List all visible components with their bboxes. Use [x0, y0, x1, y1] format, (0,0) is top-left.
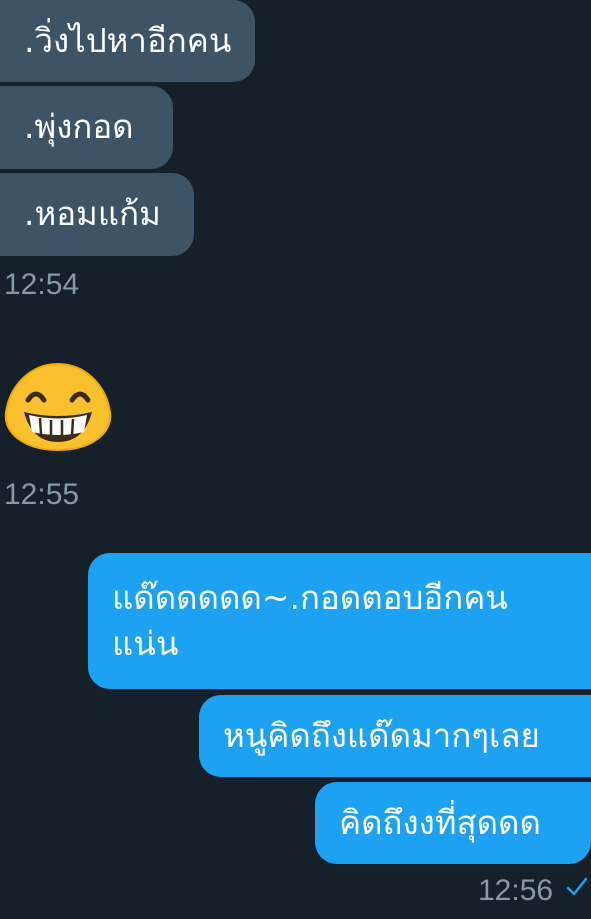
outgoing-message[interactable]: คิดถึงงที่สุดดด: [315, 782, 591, 864]
outgoing-message[interactable]: แด๊ดดดดด~.กอดตอบอีกคน แน่น: [88, 553, 591, 689]
message-text: .วิ่งไปหาอีกคน: [24, 21, 232, 60]
message-text-line: แน่น: [112, 624, 179, 663]
message-timestamp: 12:54: [4, 268, 80, 301]
message-timestamp: 12:55: [4, 478, 80, 511]
incoming-message[interactable]: .หอมแก้ม: [0, 173, 194, 256]
message-timestamp: 12:56: [478, 874, 554, 907]
message-text: หนูคิดถึงแด๊ดมากๆเลย: [223, 716, 540, 755]
incoming-message[interactable]: .วิ่งไปหาอีกคน: [0, 0, 256, 82]
message-text: .หอมแก้ม: [24, 194, 161, 233]
checkmark-icon: [566, 877, 588, 896]
outgoing-message[interactable]: หนูคิดถึงแด๊ดมากๆเลย: [199, 695, 591, 777]
message-text: .พุ่งกอด: [24, 107, 134, 146]
incoming-message[interactable]: .พุ่งกอด: [0, 86, 173, 169]
message-thread: .วิ่งไปหาอีกคน .พุ่งกอด .หอมแก้ม 12:54 1…: [0, 0, 591, 919]
grinning-face-emoji[interactable]: [4, 362, 112, 452]
message-text: คิดถึงงที่สุดดด: [339, 803, 541, 842]
message-text-line: แด๊ดดดดด~.กอดตอบอีกคน: [112, 578, 508, 617]
